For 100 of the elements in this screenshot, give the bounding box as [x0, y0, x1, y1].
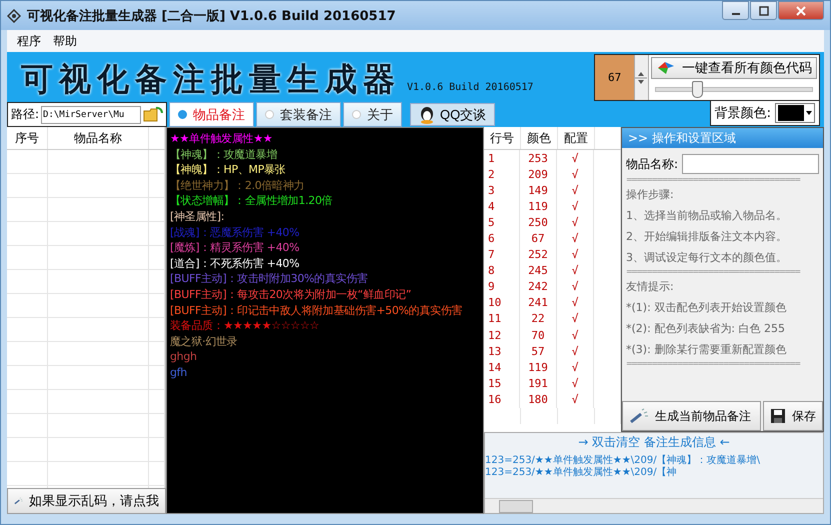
table-cell: 1: [484, 150, 520, 166]
table-cell: 252: [520, 246, 557, 263]
view-color-codes-button[interactable]: 一键查看所有颜色代码: [651, 57, 817, 79]
editor-line: gfh: [170, 364, 188, 380]
text-editor[interactable]: [166, 127, 484, 514]
table-cell: √: [557, 230, 594, 247]
garbled-text-button[interactable]: 如果显示乱码，请点我: [7, 488, 166, 514]
table-cell: √: [557, 166, 594, 182]
table-cell: 67: [520, 230, 557, 247]
table-cell: 4: [484, 198, 520, 214]
editor-line: 【状态增幅】：全属性增加1.20倍: [170, 193, 334, 209]
minimize-icon: [732, 12, 740, 14]
table-cell: √: [557, 391, 594, 408]
close-button[interactable]: [778, 1, 824, 20]
log-line: 123=253/★★单件触发属性★★\209/【神: [485, 467, 678, 479]
editor-line: [道合]：不死系伤害 +40%: [170, 256, 300, 272]
instruction-text: 3、调试设定每行文本的颜色值。: [625, 250, 788, 266]
column-header: 配置: [558, 127, 595, 149]
path-label: 路径:: [11, 106, 40, 123]
window-title: 可视化备注批量生成器 [二合一版] V1.0.6 Build 20160517: [27, 8, 396, 24]
table-cell: 13: [484, 343, 520, 360]
table-cell: √: [557, 262, 594, 279]
table-cell: 10: [484, 294, 520, 311]
qq-chat-button[interactable]: QQ交谈: [410, 103, 496, 126]
wand-icon: [629, 408, 649, 424]
background-color-label: 背景颜色:: [714, 105, 771, 122]
table-cell: 119: [520, 359, 557, 376]
table-cell: 245: [520, 262, 557, 279]
table-cell: 6: [484, 230, 520, 247]
editor-line: ghgh: [170, 349, 198, 365]
instruction-text: 友情提示:: [625, 279, 675, 295]
table-cell: 209: [520, 166, 557, 182]
table-cell: 15: [484, 375, 520, 392]
minimize-button[interactable]: [722, 1, 749, 20]
spin-buttons[interactable]: [634, 55, 649, 100]
column-header: 行号: [484, 127, 521, 149]
tab[interactable]: 套装备注: [256, 102, 341, 127]
path-field[interactable]: D:\MirServer\Mu: [41, 106, 142, 124]
generate-button[interactable]: 生成当前物品备注: [622, 401, 761, 431]
table-cell: 242: [520, 278, 557, 295]
instruction-text: 操作步骤:: [625, 187, 675, 203]
editor-line: 装备品质：★★★★★☆☆☆☆☆: [170, 318, 320, 334]
table-cell: 2: [484, 166, 520, 182]
maximize-button[interactable]: [750, 1, 777, 20]
tab[interactable]: 物品备注: [169, 102, 254, 127]
tab[interactable]: 关于: [343, 102, 402, 127]
table-cell: 241: [520, 294, 557, 311]
app-icon: [7, 8, 21, 22]
panel-header: >> 操作和设置区域: [622, 128, 823, 148]
separator-text: ==================================: [625, 176, 802, 184]
editor-line: [魔炼]：精灵系伤害 +40%: [170, 240, 300, 256]
menu-item[interactable]: 帮助: [53, 32, 77, 50]
table-cell: 8: [484, 262, 520, 279]
instruction-text: 1、选择当前物品或输入物品名。: [625, 208, 788, 224]
table-cell: √: [557, 150, 594, 166]
table-cell: 149: [520, 182, 557, 198]
menu-item[interactable]: 程序: [17, 32, 41, 50]
table-cell: √: [557, 359, 594, 376]
table-cell: 9: [484, 278, 520, 295]
version-text: V1.0.6 Build 20160517: [407, 82, 534, 93]
editor-line: ★★单件触发属性★★: [170, 131, 274, 147]
table-cell: 11: [484, 310, 520, 328]
instruction-text: *(1): 双击配色列表开始设置颜色: [625, 300, 788, 316]
color-value: 67: [595, 55, 634, 100]
editor-line: 【神魂】：攻魔道暴增: [170, 146, 278, 162]
horizontal-scrollbar[interactable]: [485, 498, 823, 513]
log-line: 123=253/★★单件触发属性★★\209/【神魂】：攻魔道暴增\: [485, 455, 761, 466]
item-name-field[interactable]: [682, 154, 819, 174]
color-blocks-icon: [656, 60, 676, 76]
close-icon: [796, 6, 806, 16]
background-color-dropdown[interactable]: [775, 103, 815, 123]
table-cell: √: [557, 246, 594, 263]
log-header: → 双击清空 备注生成信息 ←: [577, 434, 731, 451]
table-cell: 70: [520, 327, 557, 344]
table-cell: √: [557, 278, 594, 295]
table-cell: 180: [520, 391, 557, 408]
table-cell: √: [557, 214, 594, 230]
editor-line: [BUFF主动]：印记击中敌人将附加基础伤害+50%的真实伤害: [170, 302, 464, 318]
instruction-text: 2、开始编辑排版备注文本内容。: [625, 229, 788, 245]
editor-line: [神圣属性]:: [170, 208, 226, 225]
editor-line: [BUFF主动]：攻击时附加30%的真实伤害: [170, 271, 369, 287]
folder-icon[interactable]: [143, 104, 164, 124]
table-cell: 57: [520, 343, 557, 360]
table-cell: 250: [520, 214, 557, 230]
editor-line: 魔之狱·幻世录: [170, 334, 238, 350]
table-cell: 3: [484, 182, 520, 198]
table-cell: 7: [484, 246, 520, 263]
column-header: 颜色: [521, 127, 558, 149]
column-header: 序号: [7, 127, 48, 149]
item-name-label: 物品名称:: [626, 156, 678, 172]
separator-text: ==================================: [625, 268, 802, 276]
editor-line: [BUFF主动]：每攻击20次将为附加一枚“鲜血印记”: [170, 286, 412, 303]
dropdown-caret-icon: [806, 111, 812, 115]
table-cell: √: [557, 375, 594, 392]
instruction-text: *(2): 配色列表缺省为: 白色 255: [625, 321, 786, 337]
slider-thumb[interactable]: [692, 81, 703, 98]
save-button[interactable]: 保存: [763, 401, 823, 431]
column-header: 物品名称: [48, 127, 149, 149]
table-cell: 5: [484, 214, 520, 230]
table-cell: 119: [520, 198, 557, 214]
